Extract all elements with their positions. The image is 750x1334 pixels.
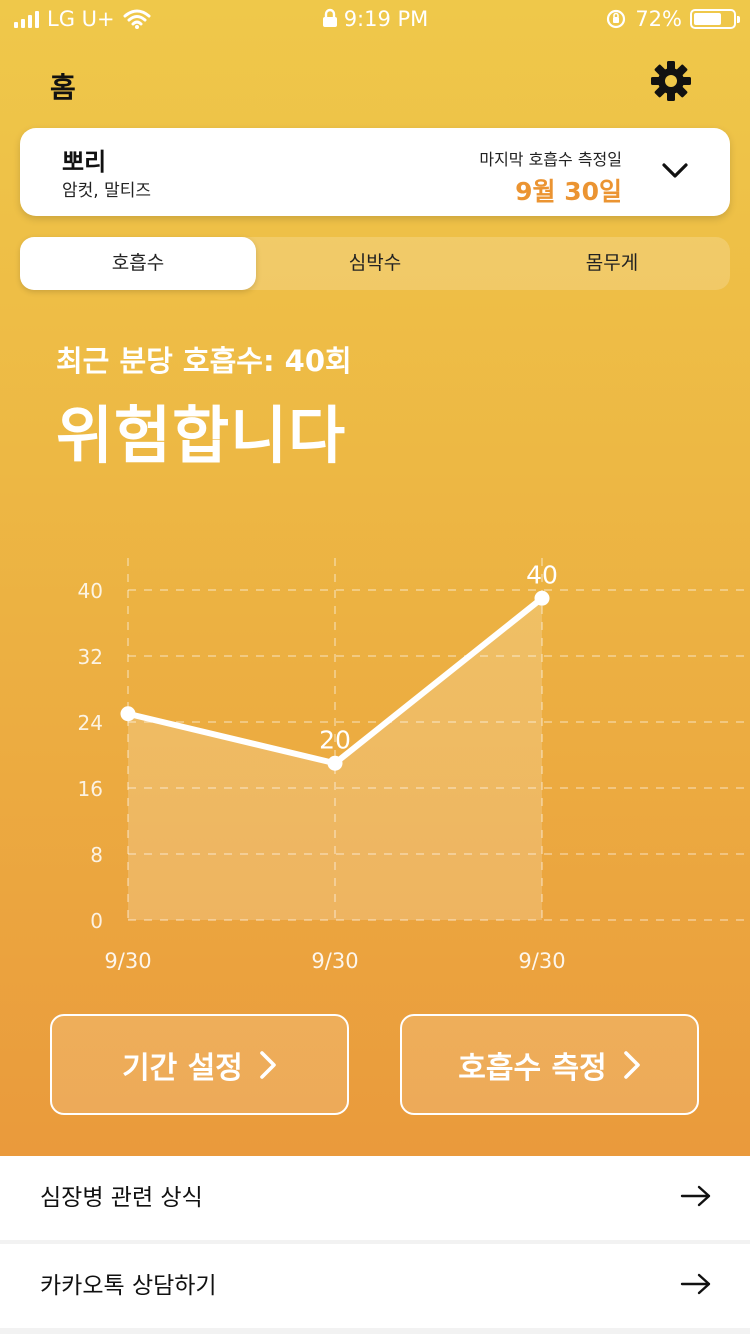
x-tick-label: 9/30 [104,949,151,973]
period-setting-button[interactable]: 기간 설정 [50,1014,349,1115]
risk-status-text: 위험합니다 [56,399,347,472]
respiration-chart: 0 8 16 24 32 40 20 40 9/30 9/30 9/30 [78,558,750,973]
y-tick-label: 32 [78,645,103,669]
data-point [534,590,550,606]
hero-section: LG U+ 9:19 PM 72% 홈 뽀리 암컷, 말티즈 마지막 호흡수 측… [0,0,750,1156]
battery-icon [690,9,740,29]
period-setting-label: 기간 설정 [122,1050,243,1086]
y-tick-label: 0 [90,909,103,933]
page-title: 홈 [50,71,76,104]
pet-info: 암컷, 말티즈 [62,181,152,201]
arrow-right-icon [680,1185,711,1207]
data-point [120,706,136,722]
battery-text: 72% [635,7,682,31]
y-tick-label: 24 [78,711,103,735]
tab-bar: 호흡수 심박수 몸무게 [20,237,730,290]
chevron-right-icon [260,1050,276,1079]
measure-respiration-label: 호흡수 측정 [458,1050,607,1086]
status-bar: LG U+ 9:19 PM 72% [0,0,750,40]
measure-respiration-button[interactable]: 호흡수 측정 [400,1014,699,1115]
last-measure-date: 9월 30일 [515,177,622,206]
x-tick-label: 9/30 [518,949,565,973]
rotation-lock-icon [607,9,626,29]
clock-text: 9:19 PM [343,7,429,31]
pet-name: 뽀리 [62,148,107,176]
chevron-right-icon [623,1050,640,1079]
recent-rate-text: 최근 분당 호흡수: 40회 [56,344,352,378]
last-measure-label: 마지막 호흡수 측정일 [479,150,622,169]
y-tick-label: 40 [78,579,103,603]
arrow-right-icon [680,1273,711,1295]
chevron-down-icon[interactable] [660,158,690,182]
pet-selector-card[interactable]: 뽀리 암컷, 말티즈 마지막 호흡수 측정일 9월 30일 [20,128,730,216]
lock-icon [322,8,337,27]
list-item-label: 심장병 관련 상식 [40,1185,203,1211]
gear-icon[interactable] [650,60,692,102]
tab-respiration[interactable]: 호흡수 [20,237,256,290]
x-tick-label: 9/30 [311,949,358,973]
data-label: 40 [526,560,558,589]
list-item-heart-disease-info[interactable]: 심장병 관련 상식 [0,1156,750,1240]
y-tick-label: 16 [78,777,103,801]
data-label: 20 [319,725,351,754]
data-point [327,755,343,771]
tab-heart-rate[interactable]: 심박수 [257,237,493,290]
list-item-label: 카카오톡 상담하기 [40,1273,217,1299]
y-tick-label: 8 [90,843,103,867]
tab-weight[interactable]: 몸무게 [494,237,730,290]
list-item-kakaotalk-consult[interactable]: 카카오톡 상담하기 [0,1244,750,1328]
